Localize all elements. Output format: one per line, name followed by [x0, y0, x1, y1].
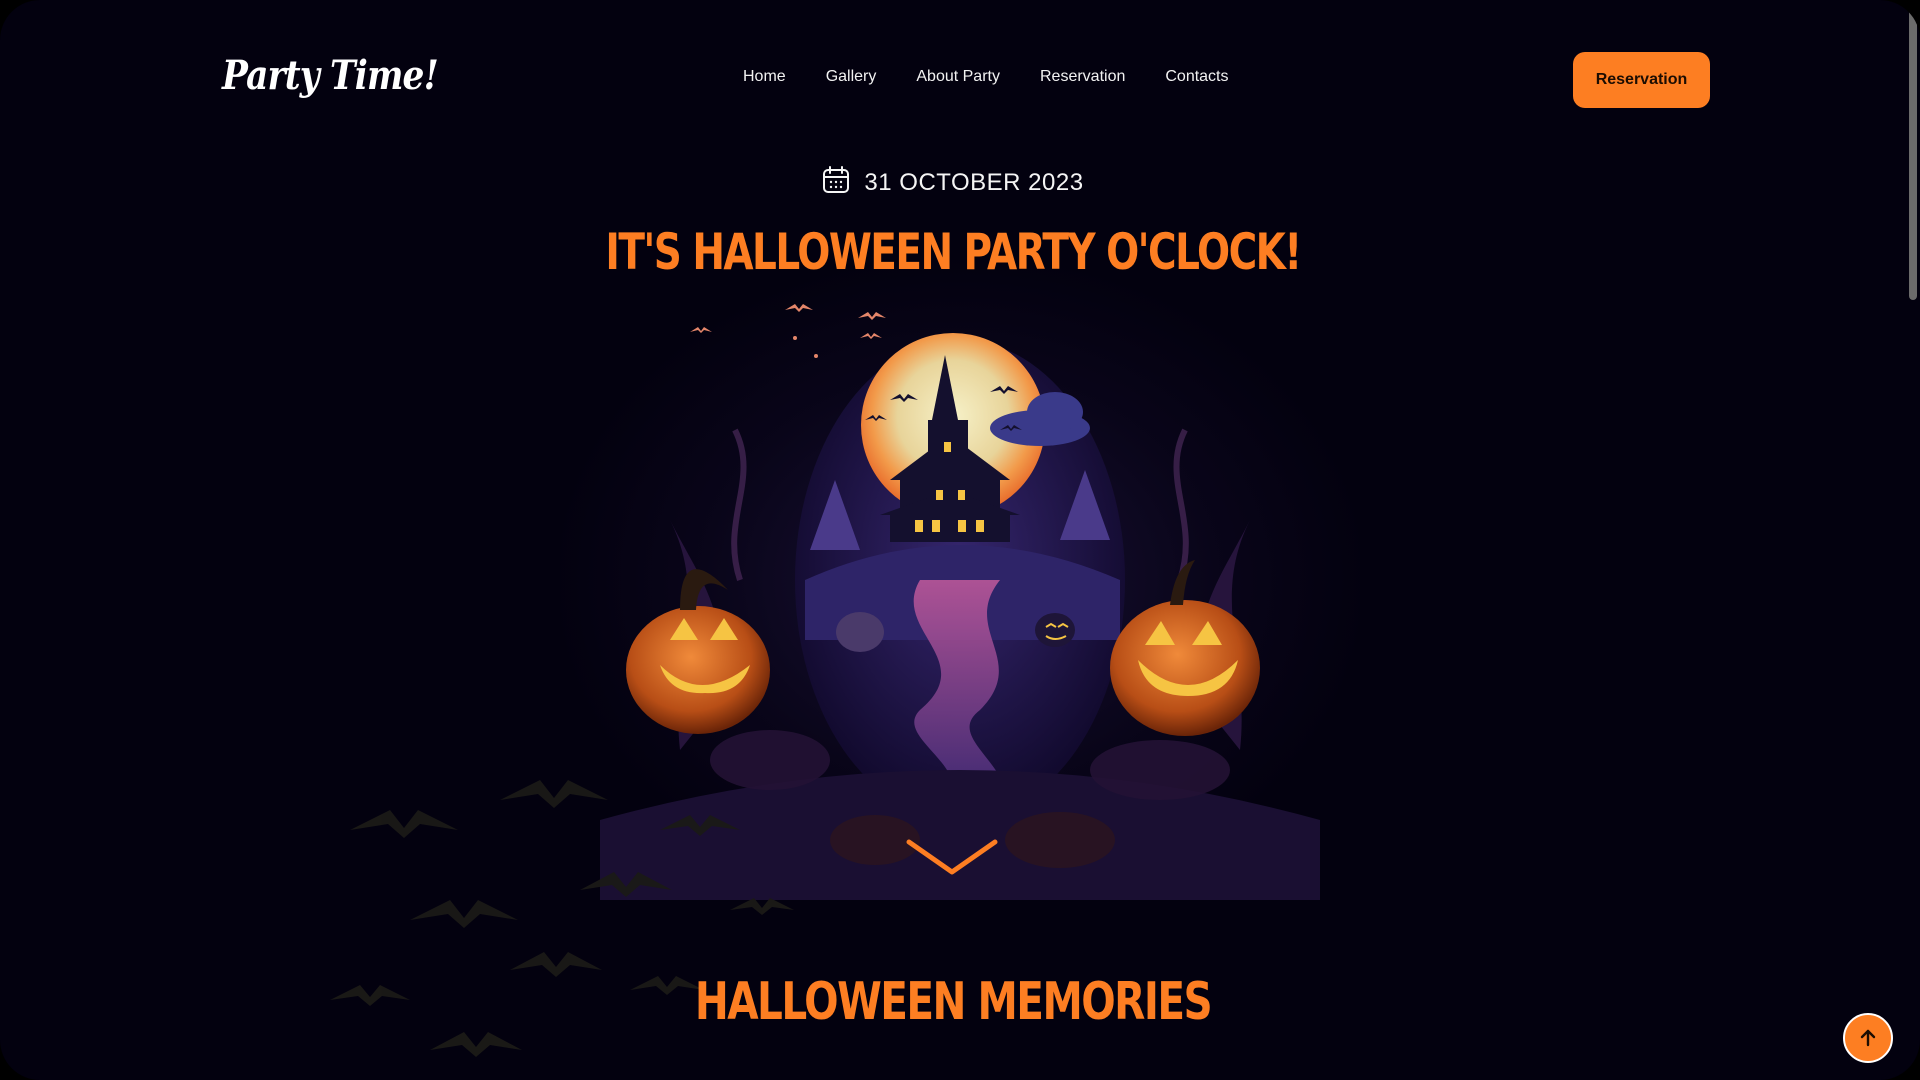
memories-section-title: HALLOWEEN MEMORIES — [694, 972, 1213, 1032]
event-date: 31 OCTOBER 2023 — [0, 166, 1906, 199]
main-nav: Home Gallery About Party Reservation Con… — [743, 68, 1229, 86]
scroll-to-top-button[interactable] — [1843, 1013, 1893, 1063]
nav-item-contacts[interactable]: Contacts — [1165, 68, 1228, 86]
calendar-icon — [822, 166, 850, 199]
nav-item-about-party[interactable]: About Party — [916, 68, 1000, 86]
event-date-text: 31 OCTOBER 2023 — [864, 168, 1084, 196]
nav-item-gallery[interactable]: Gallery — [826, 68, 877, 86]
reservation-button[interactable]: Reservation — [1573, 52, 1710, 108]
haunted-house-illustration — [600, 304, 1320, 900]
nav-item-reservation[interactable]: Reservation — [1040, 68, 1125, 86]
scrollbar-thumb[interactable] — [1909, 4, 1917, 300]
page: Party Time! Home Gallery About Party Res… — [0, 0, 1920, 1080]
hero-title: IT'S HALLOWEEN PARTY O'CLOCK! — [605, 223, 1302, 281]
arrow-up-icon — [1860, 1029, 1876, 1047]
site-logo[interactable]: Party Time! — [222, 52, 439, 99]
site-header: Party Time! Home Gallery About Party Res… — [0, 0, 1920, 160]
chevron-down-icon[interactable] — [905, 838, 999, 878]
nav-item-home[interactable]: Home — [743, 68, 786, 86]
scrollbar[interactable] — [1906, 0, 1920, 1080]
